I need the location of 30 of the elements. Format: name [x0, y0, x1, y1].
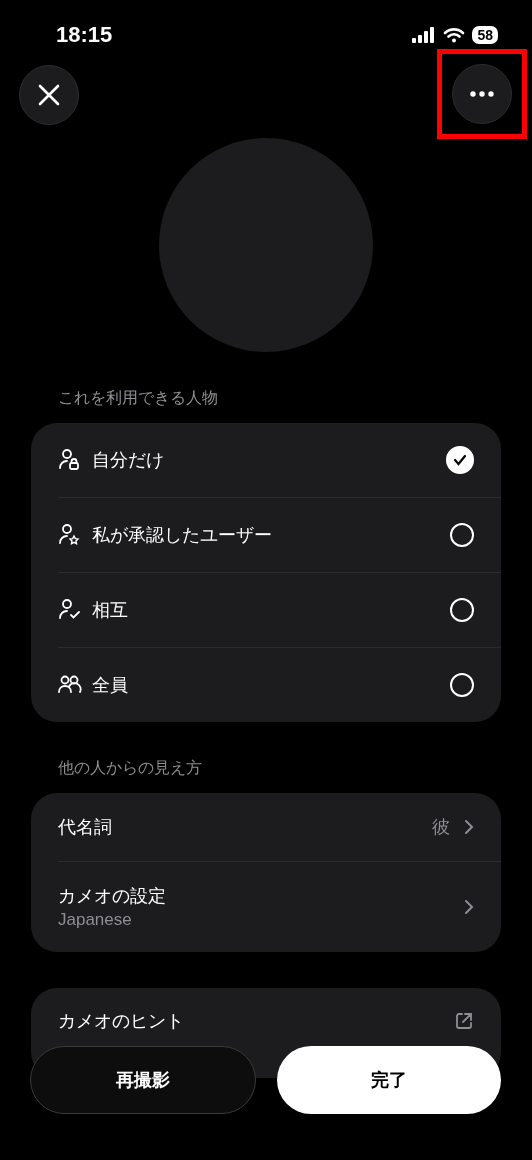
audience-option[interactable]: 自分だけ	[58, 423, 501, 498]
wifi-icon	[443, 27, 466, 43]
setting-subtitle: Japanese	[58, 910, 133, 930]
person-lock-icon	[58, 448, 82, 472]
radio-button[interactable]	[450, 598, 474, 622]
status-time: 18:15	[56, 22, 113, 48]
audience-option[interactable]: 相互	[58, 573, 501, 648]
setting-label: 代名詞	[58, 816, 113, 839]
chevron-right-icon	[464, 899, 474, 915]
battery-level: 58	[472, 26, 498, 44]
more-icon	[470, 91, 494, 97]
done-button[interactable]: 完了	[277, 1046, 501, 1114]
person-check-icon	[58, 598, 82, 622]
person-star-icon	[58, 523, 82, 547]
audience-option[interactable]: 私が承認したユーザー	[58, 498, 501, 573]
signal-icon	[412, 27, 437, 43]
close-icon	[37, 83, 61, 107]
external-link-icon	[454, 1011, 474, 1031]
hint-link[interactable]: カメオのヒント	[58, 1009, 184, 1033]
checked-radio[interactable]	[446, 446, 474, 474]
chevron-right-icon	[464, 819, 474, 835]
setting-value: 彼	[432, 816, 450, 839]
setting-label: カメオの設定	[58, 885, 167, 908]
section-heading: 他の人からの見え方	[58, 758, 203, 778]
section-heading: これを利用できる人物	[58, 388, 219, 408]
audience-option[interactable]: 全員	[58, 648, 501, 722]
retake-button[interactable]: 再撮影	[30, 1046, 256, 1114]
check-icon	[453, 454, 467, 466]
radio-button[interactable]	[450, 673, 474, 697]
radio-button[interactable]	[450, 523, 474, 547]
